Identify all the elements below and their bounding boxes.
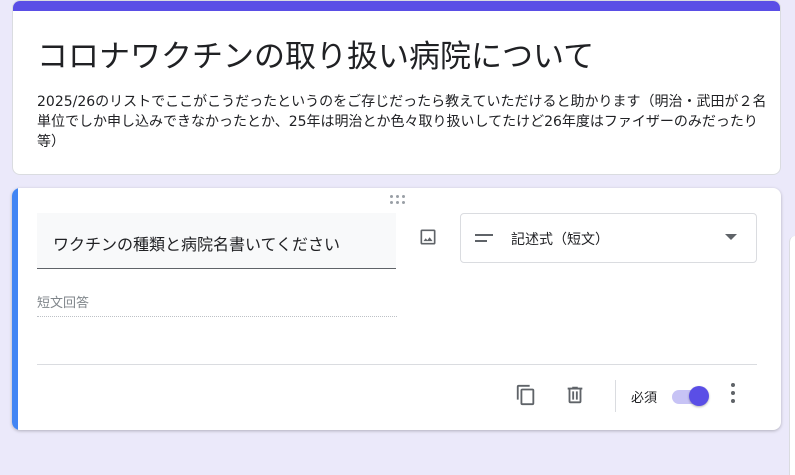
side-panel-edge	[789, 236, 795, 475]
image-icon	[420, 229, 436, 245]
more-vert-icon[interactable]	[721, 381, 745, 409]
form-title[interactable]: コロナワクチンの取り扱い病院について	[37, 31, 594, 76]
toggle-thumb	[689, 386, 709, 406]
add-image-button[interactable]	[412, 221, 444, 253]
required-toggle[interactable]	[672, 386, 710, 406]
required-label: 必須	[631, 391, 658, 406]
duplicate-button[interactable]	[510, 379, 542, 411]
form-description[interactable]: 2025/26のリストでここがこうだったというのをご存じだったら教えていただける…	[37, 92, 767, 152]
short-answer-preview: 短文回答	[37, 289, 397, 317]
active-question-indicator	[12, 188, 18, 430]
short-answer-placeholder: 短文回答	[37, 296, 90, 311]
trash-icon	[567, 386, 583, 404]
question-title-text: ワクチンの種類と病院名書いてください	[53, 235, 341, 254]
short-text-icon	[475, 234, 493, 242]
arrow-drop-down-icon	[725, 234, 737, 240]
copy-icon	[516, 384, 535, 406]
footer-divider	[37, 364, 757, 365]
footer-vertical-divider	[615, 380, 616, 412]
question-card[interactable]: ワクチンの種類と病院名書いてください 記述式（短文） 短文回答 必須	[12, 188, 781, 430]
header-accent-bar	[13, 1, 780, 11]
question-title-input[interactable]: ワクチンの種類と病院名書いてください	[37, 213, 396, 269]
question-type-label: 記述式（短文）	[511, 232, 609, 248]
drag-handle-icon[interactable]	[389, 195, 407, 205]
delete-button[interactable]	[559, 379, 591, 411]
form-header-card[interactable]: コロナワクチンの取り扱い病院について 2025/26のリストでここがこうだったと…	[12, 0, 781, 175]
question-type-dropdown[interactable]: 記述式（短文）	[460, 213, 757, 263]
